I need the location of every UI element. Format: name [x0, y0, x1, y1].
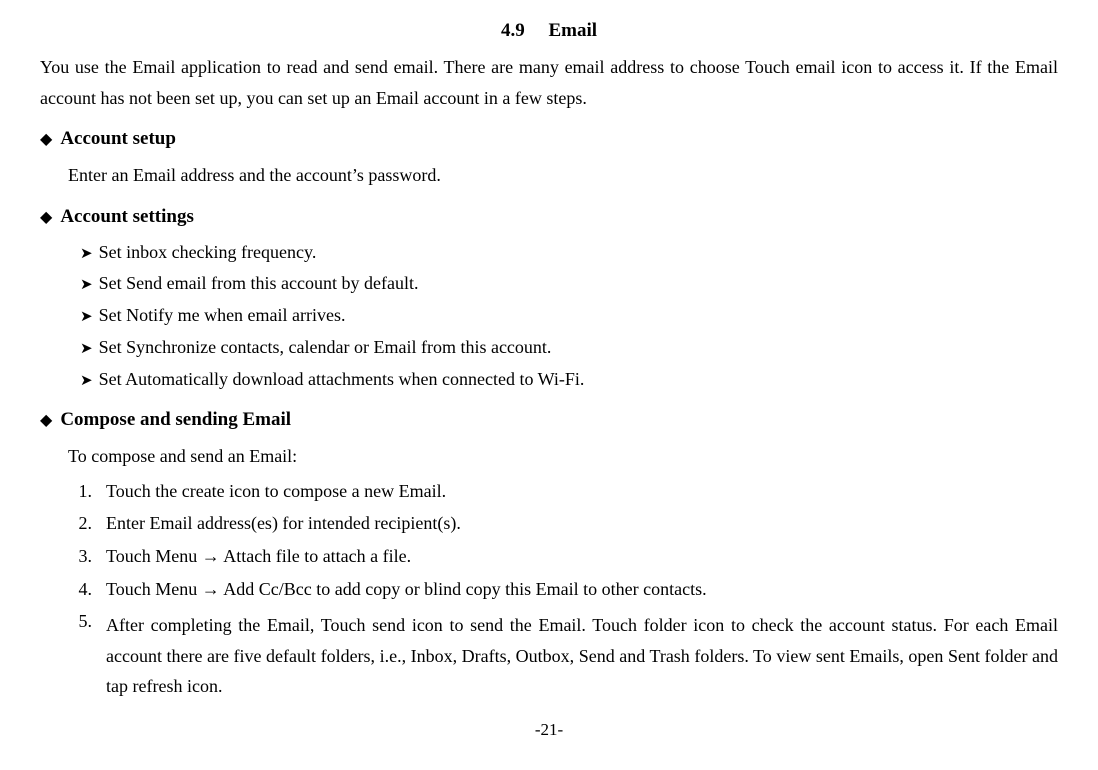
diamond-icon-2: ◆: [40, 207, 52, 227]
account-setup-body: Enter an Email address and the account’s…: [68, 160, 1058, 191]
settings-item-3-text: Set Notify me when email arrives.: [99, 301, 346, 331]
settings-item-4: ➤ Set Synchronize contacts, calendar or …: [80, 333, 1058, 363]
settings-item-5-text: Set Automatically download attachments w…: [99, 365, 585, 395]
arrow-bullet-icon: ➤: [80, 242, 93, 267]
num-2: 2.: [68, 508, 92, 539]
settings-item-1: ➤ Set inbox checking frequency.: [80, 238, 1058, 268]
arrow-bullet-icon-4: ➤: [80, 337, 93, 362]
num-1: 1.: [68, 476, 92, 507]
section-title: Email: [548, 20, 597, 41]
account-settings-heading: Account settings: [60, 206, 194, 228]
num-4: 4.: [68, 574, 92, 605]
settings-item-2: ➤ Set Send email from this account by de…: [80, 269, 1058, 299]
numbered-list: 1. Touch the create icon to compose a ne…: [68, 476, 1058, 702]
arrow-bullet-icon-2: ➤: [80, 273, 93, 298]
bullet-compose-sending: ◆ Compose and sending Email To compose a…: [40, 408, 1058, 702]
compose-intro-text: To compose and send an Email:: [68, 441, 1058, 472]
compose-sending-heading: Compose and sending Email: [60, 409, 291, 431]
settings-item-1-text: Set inbox checking frequency.: [99, 238, 317, 268]
numbered-item-4: 4. Touch Menu → Add Cc/Bcc to add copy o…: [68, 574, 1058, 605]
num-5: 5.: [68, 606, 92, 702]
settings-item-5: ➤ Set Automatically download attachments…: [80, 365, 1058, 395]
bullet-account-settings: ◆ Account settings ➤ Set inbox checking …: [40, 205, 1058, 394]
arrow-bullet-icon-3: ➤: [80, 305, 93, 330]
account-setup-heading: Account setup: [60, 128, 176, 150]
numbered-item-2-text: Enter Email address(es) for intended rec…: [106, 508, 461, 539]
numbered-item-2: 2. Enter Email address(es) for intended …: [68, 508, 1058, 539]
bullet-account-setup: ◆ Account setup Enter an Email address a…: [40, 127, 1058, 191]
numbered-item-1: 1. Touch the create icon to compose a ne…: [68, 476, 1058, 507]
settings-item-2-text: Set Send email from this account by defa…: [99, 269, 419, 299]
diamond-icon: ◆: [40, 129, 52, 149]
settings-item-3: ➤ Set Notify me when email arrives.: [80, 301, 1058, 331]
numbered-item-5-text: After completing the Email, Touch send i…: [106, 610, 1058, 702]
intro-paragraph: You use the Email application to read an…: [40, 52, 1058, 113]
numbered-item-4-text: Touch Menu → Add Cc/Bcc to add copy or b…: [106, 574, 707, 605]
num-3: 3.: [68, 541, 92, 572]
section-heading: 4.9 Email: [40, 20, 1058, 42]
numbered-item-3-text: Touch Menu → Attach file to attach a fil…: [106, 541, 411, 572]
numbered-item-3: 3. Touch Menu → Attach file to attach a …: [68, 541, 1058, 572]
arrow-bullet-icon-5: ➤: [80, 369, 93, 394]
numbered-item-1-text: Touch the create icon to compose a new E…: [106, 476, 446, 507]
numbered-item-5: 5. After completing the Email, Touch sen…: [68, 606, 1058, 702]
settings-item-4-text: Set Synchronize contacts, calendar or Em…: [99, 333, 552, 363]
section-number: 4.9: [501, 20, 525, 41]
page-number: -21-: [40, 720, 1058, 740]
diamond-icon-3: ◆: [40, 410, 52, 430]
